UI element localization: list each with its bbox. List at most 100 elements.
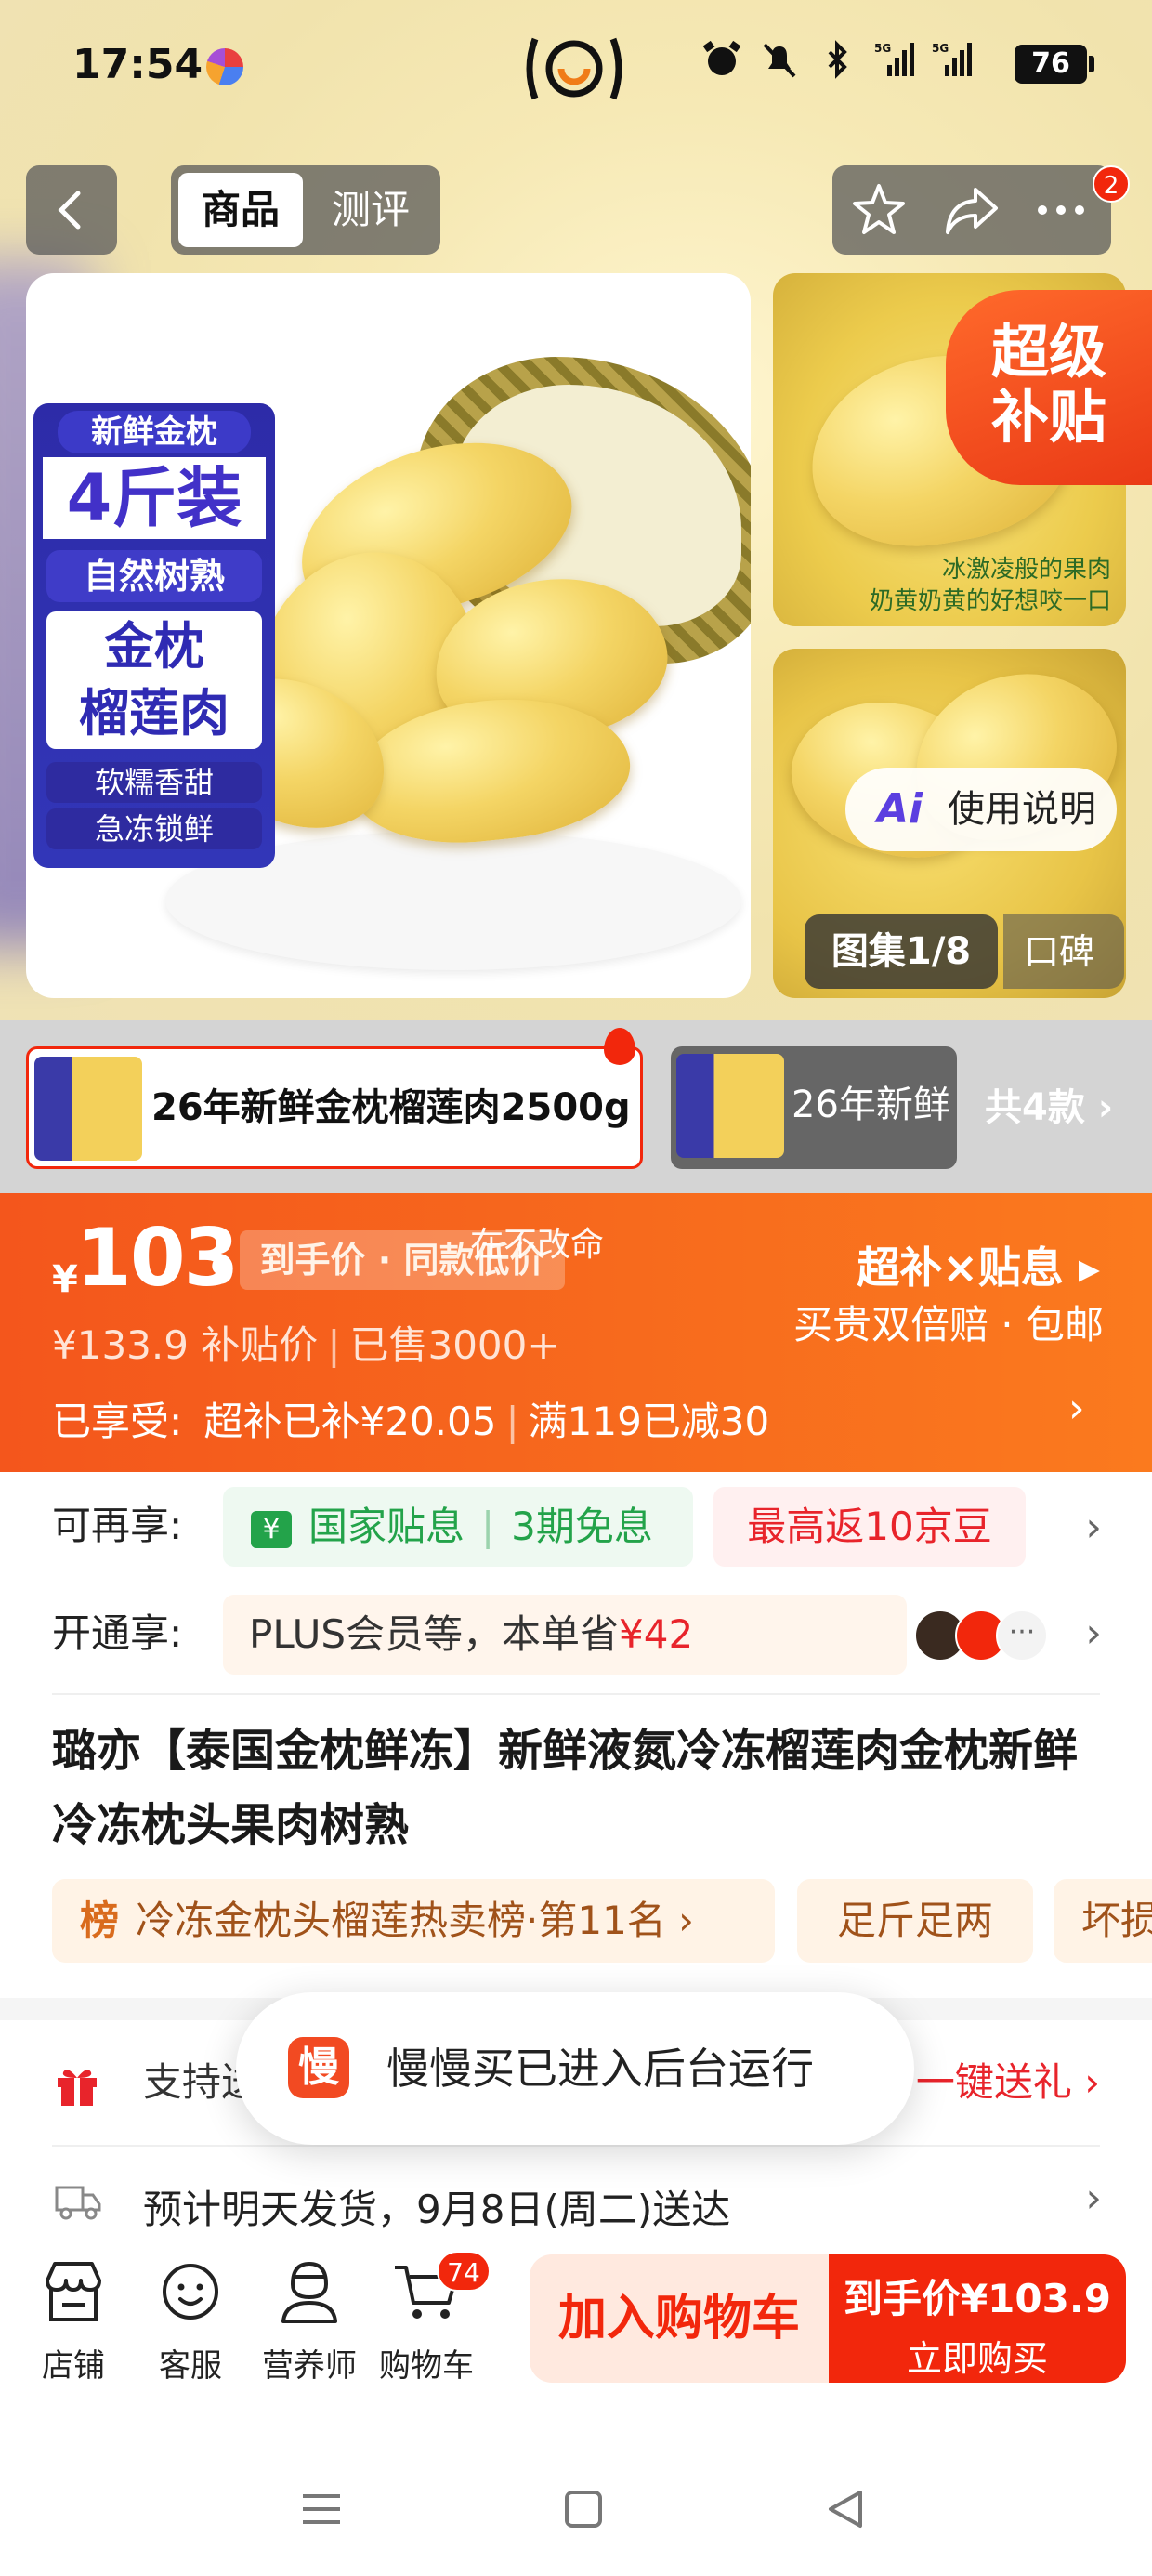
- alarm-icon: [702, 40, 741, 75]
- price-overlay-text: 在不改命: [470, 1226, 605, 1264]
- store-icon: [46, 2262, 101, 2321]
- nutritionist-label: 营养师: [262, 2347, 357, 2385]
- price-guarantee: 买贵双倍赔 · 包邮: [792, 1302, 1104, 1347]
- more-icon[interactable]: [1031, 180, 1091, 240]
- ai-guide-label: 使用说明: [948, 788, 1096, 831]
- app-notification-icon: [206, 48, 243, 85]
- buy-now-button[interactable]: 到手价¥103.9 立即购买: [829, 2254, 1126, 2383]
- battery-indicator: 76: [1015, 45, 1094, 84]
- full-weight-tag[interactable]: 足斤足两: [797, 1879, 1033, 1963]
- original-price-row: ¥133.9 补贴价 | 已售3000+: [52, 1322, 560, 1368]
- chevron-right-icon[interactable]: ›: [1085, 1504, 1102, 1551]
- label-frozen: 急冻锁鲜: [46, 808, 262, 849]
- store-button[interactable]: 店铺: [22, 2256, 124, 2385]
- plus-member-chip[interactable]: PLUS会员等，本单省¥42: [223, 1595, 907, 1675]
- add-to-cart-button[interactable]: 加入购物车: [530, 2254, 829, 2383]
- variant-option-selected[interactable]: 26年新鲜金枕榴莲肉2500g: [26, 1046, 643, 1169]
- super-subsidy-badge: 超级 补贴: [946, 290, 1152, 485]
- promo-label: 开通享:: [52, 1610, 183, 1656]
- cart-label: 购物车: [379, 2347, 474, 2385]
- label-fresh: 新鲜金枕: [58, 411, 251, 453]
- back-triangle-icon[interactable]: [818, 2481, 873, 2537]
- promo-label: 可再享:: [52, 1503, 183, 1548]
- plus-text: PLUS会员等，本单省: [249, 1611, 620, 1657]
- damage-tag[interactable]: 坏损: [1054, 1879, 1152, 1963]
- label-ripe: 自然树熟: [46, 550, 262, 602]
- membership-row[interactable]: 开通享: PLUS会员等，本单省¥42 ··· ›: [0, 1580, 1152, 1691]
- chevron-right-icon[interactable]: ›: [1068, 1385, 1085, 1432]
- status-icons: 5G 5G: [701, 39, 973, 80]
- nutritionist-icon: [281, 2261, 337, 2323]
- original-price: ¥133.9 补贴价: [52, 1322, 319, 1368]
- delivery-estimate: 预计明天发货，9月8日(周二)送达: [143, 2187, 731, 2232]
- enjoyed-subsidy: 超补已补¥20.05: [203, 1399, 497, 1444]
- send-gift-link[interactable]: 一键送礼 ›: [916, 2020, 1100, 2145]
- chevron-right-icon[interactable]: ›: [1085, 2175, 1102, 2222]
- message-badge: 2: [1093, 165, 1130, 203]
- product-title: 璐亦【泰国金枕鲜冻】新鲜液氮冷冻榴莲肉金枕新鲜冷冻枕头果肉树熟: [52, 1725, 1079, 1851]
- customer-service-label: 客服: [159, 2347, 222, 2385]
- national-subsidy-chip[interactable]: ¥ 国家贴息 | 3期免息: [223, 1487, 693, 1567]
- enjoyed-discounts[interactable]: 已享受: 超补已补¥20.05 | 满119已减30: [52, 1390, 769, 1447]
- manmanmai-app-icon: 慢: [288, 2037, 349, 2098]
- signal-5g-icon-2: 5G: [932, 42, 972, 76]
- variant-option[interactable]: 26年新鲜: [671, 1046, 957, 1169]
- tab-goods[interactable]: 商品: [178, 173, 303, 247]
- header-actions: [832, 165, 1111, 255]
- ranking-icon: 榜: [80, 1898, 120, 1943]
- variant-thumbnail: [34, 1057, 142, 1161]
- ai-guide-button[interactable]: Ai 使用说明: [845, 768, 1117, 851]
- jd-beans-chip[interactable]: 最高返10京豆: [713, 1487, 1026, 1567]
- tag-row: 榜冷冻金枕头榴莲热卖榜·第11名 › 足斤足两 坏损: [52, 1879, 1152, 1963]
- ranking-text: 冷冻金枕头榴莲热卖榜·第11名 ›: [136, 1898, 694, 1943]
- variant-count-link[interactable]: 共4款 ›: [985, 1046, 1113, 1169]
- enjoyed-reduction: 满119已减30: [528, 1399, 770, 1444]
- variant-label: 26年新鲜金枕榴莲肉2500g: [151, 1086, 631, 1129]
- label-taste: 软糯香甜: [46, 762, 262, 803]
- subsidy-label: 国家贴息: [308, 1504, 465, 1549]
- share-icon[interactable]: [942, 180, 1001, 240]
- svg-text:5G: 5G: [874, 42, 891, 55]
- background-running-toast: 慢 慢慢买已进入后台运行: [236, 1992, 914, 2145]
- chevron-right-icon[interactable]: ›: [1085, 1610, 1102, 1657]
- buy-now-label: 立即购买: [906, 2338, 1048, 2379]
- svg-text:5G: 5G: [932, 42, 949, 55]
- cart-count-badge: 74: [437, 2251, 491, 2292]
- price-decimal: .9: [197, 1251, 235, 1292]
- package-label: 新鲜金枕 4斤装 自然树熟 金枕 榴莲肉 软糯香甜 急冻锁鲜: [33, 403, 275, 868]
- caption-line-2: 奶黄奶黄的好想咬一口: [869, 587, 1111, 615]
- enjoyed-label: 已享受:: [52, 1399, 183, 1444]
- bluetooth-icon: [828, 40, 847, 79]
- didi-icon: [526, 37, 622, 100]
- signal-5g-icon: 5G: [874, 42, 914, 76]
- home-icon[interactable]: [556, 2481, 611, 2537]
- customer-service-button[interactable]: 客服: [139, 2256, 242, 2385]
- ranking-chip[interactable]: 榜冷冻金枕头榴莲热卖榜·第11名 ›: [52, 1879, 775, 1963]
- system-navigation-bar: [0, 2435, 1152, 2576]
- plus-save-amount: ¥42: [619, 1611, 694, 1657]
- bottom-action-bar: 店铺 客服 营养师 购物车 74 加入购物车 到手价¥103.9 立即购买: [0, 2240, 1152, 2407]
- product-gallery[interactable]: 17:54 5G 5G 76 商品 测评 2 新鲜金枕 4斤装 自然树熟 金枕 …: [0, 0, 1152, 1027]
- subsidy-interest-link[interactable]: 超补×贴息 ▸: [857, 1234, 1100, 1295]
- tab-review[interactable]: 测评: [310, 173, 431, 247]
- back-button[interactable]: [26, 165, 117, 255]
- toast-message: 慢慢买已进入后台运行: [386, 2044, 814, 2094]
- page-tabs: 商品 测评: [171, 165, 440, 255]
- more-dots-icon: ···: [996, 1610, 1048, 1662]
- subsidy-icon: ¥: [251, 1510, 292, 1548]
- gallery-counter[interactable]: 图集1/8: [805, 914, 998, 989]
- variant-label: 26年新鲜: [792, 1084, 949, 1126]
- favorite-star-icon[interactable]: [849, 180, 909, 240]
- nutritionist-button[interactable]: 营养师: [258, 2256, 360, 2385]
- word-of-mouth-tab[interactable]: 口碑: [1003, 914, 1124, 989]
- hot-flame-icon: [604, 1028, 635, 1065]
- caption-line-1: 冰激凌般的果肉: [941, 556, 1111, 584]
- price-currency: ¥: [52, 1258, 78, 1301]
- main-product-image[interactable]: 新鲜金枕 4斤装 自然树熟 金枕 榴莲肉 软糯香甜 急冻锁鲜: [26, 273, 751, 998]
- promotion-row[interactable]: 可再享: ¥ 国家贴息 | 3期免息 最高返10京豆 ›: [0, 1472, 1152, 1580]
- menu-icon[interactable]: [294, 2481, 349, 2537]
- sold-count: 已售3000+: [349, 1322, 560, 1368]
- status-bar: 17:54 5G 5G 76: [0, 0, 1152, 139]
- shipping-row[interactable]: 预计明天发货，9月8日(周二)送达 ›: [0, 2147, 1152, 2254]
- installment-label: 3期免息: [511, 1504, 653, 1549]
